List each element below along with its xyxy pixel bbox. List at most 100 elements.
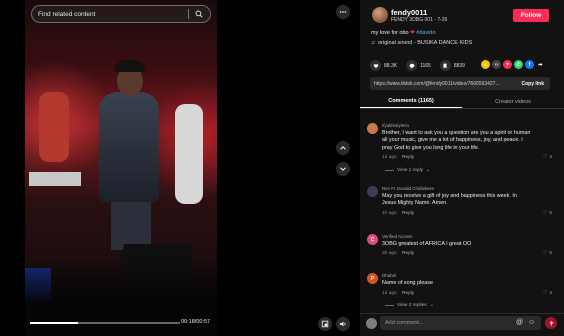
- comment-icon: [406, 60, 418, 71]
- comment-meta: 1d ago Reply: [382, 291, 414, 296]
- video-progress-bar[interactable]: [30, 322, 180, 324]
- caption-hashtag[interactable]: #davido: [416, 30, 435, 36]
- embed-icon[interactable]: ‹›: [492, 60, 501, 69]
- sound-name[interactable]: original sound - BUSIKA DANCE KIDS: [378, 40, 472, 46]
- view-replies-label: View 2 replies: [397, 303, 427, 308]
- picture-in-picture-button[interactable]: [318, 317, 332, 331]
- follow-button[interactable]: Follow: [513, 9, 549, 22]
- current-user-avatar: [366, 318, 377, 329]
- chevron-up-icon: [340, 146, 346, 150]
- search-input[interactable]: Find related content: [38, 11, 188, 18]
- speaker-icon: [339, 321, 346, 327]
- reply-button[interactable]: Reply: [402, 251, 414, 256]
- comment-button[interactable]: 1165: [406, 60, 431, 71]
- pip-icon: [321, 320, 329, 328]
- comment-like-button[interactable]: ♡ 0: [543, 251, 552, 256]
- copy-link-button[interactable]: Copy link: [515, 81, 550, 87]
- keyboard-instrument: [29, 172, 81, 186]
- caption-text: my love for obo: [371, 30, 409, 36]
- view-replies-button[interactable]: View 2 replies ⌄: [385, 303, 434, 308]
- video-time: 00:18/00:57: [181, 319, 211, 325]
- save-button[interactable]: 8839: [439, 60, 465, 71]
- performer: [111, 200, 151, 250]
- tab-comments[interactable]: Comments (1165): [360, 95, 462, 108]
- comment-like-count: 2: [549, 155, 552, 160]
- commenter-avatar[interactable]: P: [367, 273, 378, 284]
- volume-button[interactable]: [336, 317, 350, 331]
- comment-like-button[interactable]: ♡ 2: [543, 291, 552, 296]
- performer: [99, 92, 159, 202]
- view-replies-label: View 1 reply: [397, 168, 424, 173]
- comment-like-count: 0: [549, 211, 552, 216]
- mention-icon[interactable]: @: [516, 319, 523, 326]
- next-video-button[interactable]: [336, 162, 350, 176]
- save-count: 8839: [453, 62, 465, 69]
- replies-divider: [385, 170, 394, 171]
- tab-creator-videos[interactable]: Creator videos: [462, 95, 564, 108]
- comment-item: C Verified Access 3OBG greatest of AFRIC…: [367, 234, 557, 262]
- video-url[interactable]: https://www.tiktok.com/@fendy0011/video/…: [374, 81, 515, 87]
- performer: [115, 60, 145, 72]
- emoji-icon[interactable]: ☺: [528, 319, 535, 326]
- heart-outline-icon: ♡: [543, 291, 548, 296]
- commenter-avatar[interactable]: [367, 123, 378, 134]
- sound-link[interactable]: ♫ original sound - BUSIKA DANCE KIDS: [371, 40, 472, 46]
- comment-text: 3OBG greatest of AFRICA I great OO: [382, 241, 472, 247]
- video-link-box: https://www.tiktok.com/@fendy0011/video/…: [370, 77, 550, 90]
- whatsapp-icon[interactable]: ✆: [514, 60, 523, 69]
- comment-text: Name of song please: [382, 280, 433, 286]
- comment-like-button[interactable]: ♡ 2: [543, 155, 552, 160]
- heart-outline-icon: ♡: [543, 155, 548, 160]
- background-person: [39, 92, 69, 162]
- panel-tabs: Comments (1165) Creator videos: [360, 95, 564, 109]
- comment-item: P Dhabel Name of song please 1d ago Repl…: [367, 273, 557, 301]
- post-comment-button[interactable]: [545, 317, 557, 329]
- comment-count: 1165: [420, 62, 431, 69]
- comment-text: May you receive a gift of joy and happin…: [382, 193, 517, 207]
- comment-item: Rev Fr Donald Chidiebere May you receive…: [367, 186, 557, 220]
- like-count: 88.3K: [384, 62, 398, 69]
- commenter-avatar[interactable]: [367, 186, 378, 197]
- commenter-avatar[interactable]: C: [367, 234, 378, 245]
- comment-meta: 4h ago Reply: [382, 211, 414, 216]
- commenter-name[interactable]: Ifyalifestyle01: [382, 123, 409, 128]
- bookmark-icon: [439, 60, 451, 71]
- video-progress-fill: [30, 322, 78, 324]
- more-share-icon[interactable]: ☺: [481, 60, 490, 69]
- search-bar[interactable]: Find related content: [31, 5, 211, 23]
- chevron-down-icon: [340, 167, 346, 171]
- replies-divider: [385, 305, 394, 306]
- comment-like-button[interactable]: ♡ 0: [543, 211, 552, 216]
- like-button[interactable]: 88.3K: [370, 60, 397, 71]
- comment-meta: 3h ago Reply: [382, 251, 414, 256]
- reply-button[interactable]: Reply: [402, 291, 414, 296]
- facebook-icon[interactable]: f: [525, 60, 534, 69]
- comment-time: 4h ago: [382, 211, 397, 216]
- reply-button[interactable]: Reply: [402, 211, 414, 216]
- engagement-stats: 88.3K 1165 8839: [370, 60, 474, 71]
- comment-text: Brother, I want to ask you a question ar…: [382, 130, 531, 151]
- comment-meta: 1d ago Reply: [382, 155, 414, 160]
- author-username[interactable]: fendy0011: [391, 8, 427, 17]
- author-avatar[interactable]: [372, 7, 388, 23]
- search-icon[interactable]: [195, 10, 203, 18]
- view-replies-button[interactable]: View 1 reply ⌄: [385, 168, 430, 173]
- video-caption: my love for obo ❤ #davido: [371, 30, 436, 36]
- commenter-name[interactable]: Verified Access: [382, 234, 413, 239]
- share-row: ☺ ‹› ▼ ✆ f ➦: [481, 60, 545, 69]
- video-stage: Find related content 00:18/00:57: [0, 0, 360, 336]
- commenter-name[interactable]: Rev Fr Donald Chidiebere: [382, 186, 434, 191]
- reply-button[interactable]: Reply: [402, 155, 414, 160]
- heart-emoji-icon: ❤: [410, 30, 415, 36]
- author-nickname: FENDY 3OBG 001 · 7-26: [391, 17, 448, 23]
- commenter-name[interactable]: Dhabel: [382, 273, 396, 278]
- pinterest-icon[interactable]: ▼: [503, 60, 512, 69]
- chevron-down-icon: ⌄: [426, 168, 431, 173]
- video-player[interactable]: [25, 0, 217, 336]
- heart-outline-icon: ♡: [543, 211, 548, 216]
- previous-video-button[interactable]: [336, 141, 350, 155]
- share-forward-icon[interactable]: ➦: [536, 60, 545, 69]
- more-options-button[interactable]: [336, 5, 350, 19]
- comment-time: 1d ago: [382, 155, 397, 160]
- search-divider: [188, 9, 189, 19]
